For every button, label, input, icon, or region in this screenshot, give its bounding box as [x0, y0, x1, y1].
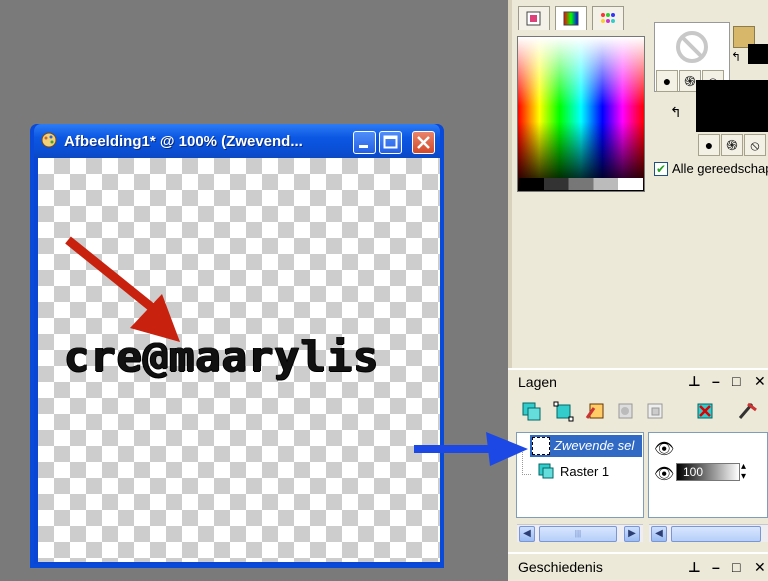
minimize-icon — [359, 145, 368, 148]
raster-layer-icon — [538, 463, 554, 479]
delete-layer-icon[interactable] — [692, 400, 718, 424]
layer-props-scrollbar[interactable]: ◀ — [649, 524, 768, 542]
close-icon — [417, 136, 430, 149]
layers-title: Lagen — [518, 374, 557, 390]
all-tools-label: Alle gereedschapp — [672, 161, 768, 176]
new-art-media-layer-icon[interactable] — [582, 400, 608, 424]
history-palette: Geschiedenis ⊥ – □ ✕ — [508, 552, 768, 581]
app-icon — [40, 131, 58, 149]
scroll-left-icon[interactable]: ◀ — [651, 526, 667, 542]
scroll-left-icon[interactable]: ◀ — [519, 526, 535, 542]
maximize-panel-icon[interactable]: □ — [732, 559, 740, 575]
layer-label: Raster 1 — [560, 464, 610, 479]
layer-list-scrollbar[interactable]: ◀ ||| ▶ — [517, 524, 643, 542]
document-titlebar[interactable]: Afbeelding1* @ 100% (Zwevend... — [34, 124, 440, 158]
layer-item-floating-selection[interactable]: Zwevende sel — [530, 435, 642, 457]
scroll-right-icon[interactable]: ▶ — [624, 526, 640, 542]
solid-color-button[interactable]: ● — [656, 70, 678, 92]
opacity-slider[interactable]: 100 — [676, 463, 740, 481]
minimize-panel-icon[interactable]: – — [712, 373, 720, 389]
background-style-box[interactable] — [696, 80, 768, 132]
close-panel-icon[interactable]: ✕ — [754, 559, 766, 576]
edit-selection-icon[interactable] — [734, 400, 760, 424]
visibility-eye-icon[interactable]: 👁 — [654, 439, 674, 459]
new-mask-layer-icon[interactable] — [612, 400, 638, 424]
maximize-icon — [383, 135, 398, 149]
grayscale-bar[interactable] — [519, 178, 643, 190]
new-vector-layer-icon[interactable] — [550, 400, 576, 424]
close-button[interactable] — [412, 131, 435, 154]
rainbow-tab-icon[interactable] — [555, 6, 587, 30]
opacity-stepper-icon[interactable]: ▴ ▾ — [741, 462, 746, 482]
layers-header: Lagen ⊥ – □ ✕ — [512, 372, 768, 392]
scroll-thumb[interactable] — [671, 526, 761, 542]
close-panel-icon[interactable]: ✕ — [754, 373, 766, 390]
selection-layer-icon — [532, 437, 550, 455]
visibility-eye-icon[interactable]: 👁 — [654, 464, 674, 484]
document-title: Afbeelding1* @ 100% (Zwevend... — [64, 133, 303, 150]
pin-icon[interactable]: ⊥ — [688, 559, 701, 576]
minimize-panel-icon[interactable]: – — [712, 559, 720, 575]
red-arrow-annotation — [65, 236, 180, 342]
bg-transparent-button[interactable]: ⦸ — [744, 134, 766, 156]
layers-toolbar — [512, 396, 768, 428]
minimize-button[interactable] — [353, 131, 376, 154]
layer-item-raster-1[interactable]: Raster 1 — [530, 461, 642, 483]
new-adjustment-layer-icon[interactable] — [642, 400, 668, 424]
maximize-panel-icon[interactable]: □ — [732, 373, 740, 389]
opacity-value: 100 — [683, 465, 704, 479]
image-canvas[interactable]: cre@maarylis — [38, 158, 440, 562]
maximize-button[interactable] — [379, 131, 402, 154]
new-raster-layer-icon[interactable] — [518, 400, 544, 424]
layer-label: Zwevende sel — [554, 438, 635, 453]
history-title: Geschiedenis — [518, 559, 603, 575]
swatches-tab-icon[interactable] — [592, 6, 624, 30]
bg-gradient-button[interactable]: ֍ — [721, 134, 743, 156]
bg-solid-color-button[interactable]: ● — [698, 134, 720, 156]
null-style-icon — [676, 31, 708, 63]
scroll-thumb[interactable]: ||| — [539, 526, 617, 542]
frame-tab-icon[interactable] — [518, 6, 550, 30]
color-spectrum[interactable] — [517, 36, 645, 192]
swap-colors-icon[interactable]: ↰ — [731, 50, 741, 64]
swap-styles-icon[interactable]: ↰ — [670, 104, 682, 121]
all-tools-checkbox[interactable]: ✔ — [654, 162, 668, 176]
background-color-swatch[interactable] — [748, 44, 768, 64]
blue-arrow-annotation — [414, 432, 528, 466]
pin-icon[interactable]: ⊥ — [688, 373, 701, 390]
